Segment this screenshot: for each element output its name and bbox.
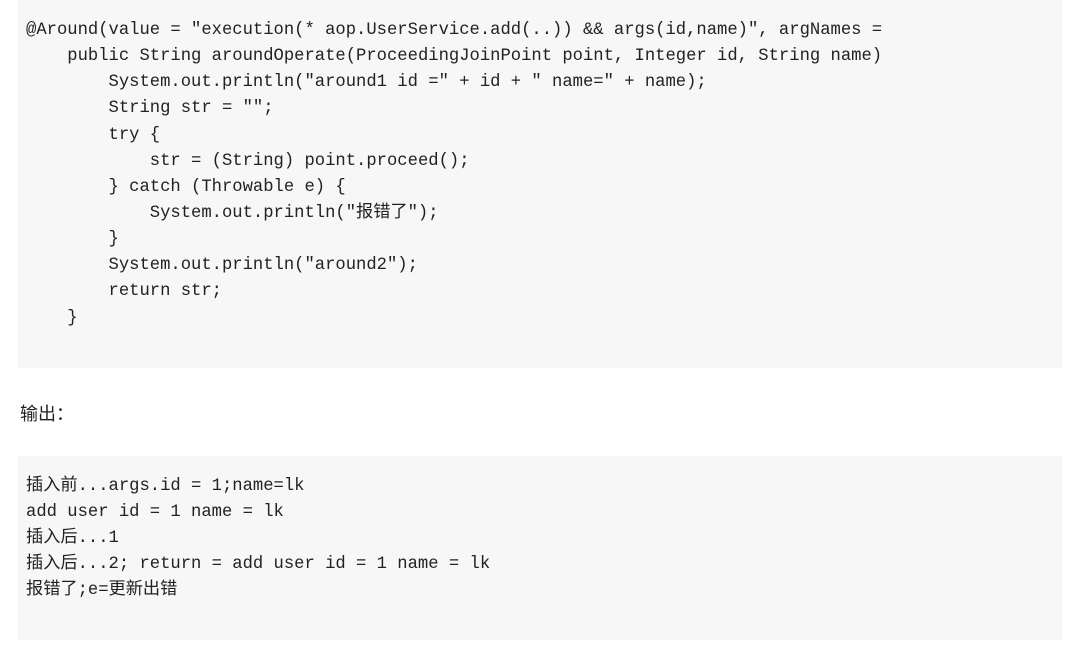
code-block-java: @Around(value = "execution(* aop.UserSer…: [18, 0, 1062, 368]
page-container: @Around(value = "execution(* aop.UserSer…: [0, 0, 1080, 668]
output-section-label: 输出：: [20, 400, 1062, 426]
code-block-output: 插入前...args.id = 1;name=lk add user id = …: [18, 456, 1062, 641]
